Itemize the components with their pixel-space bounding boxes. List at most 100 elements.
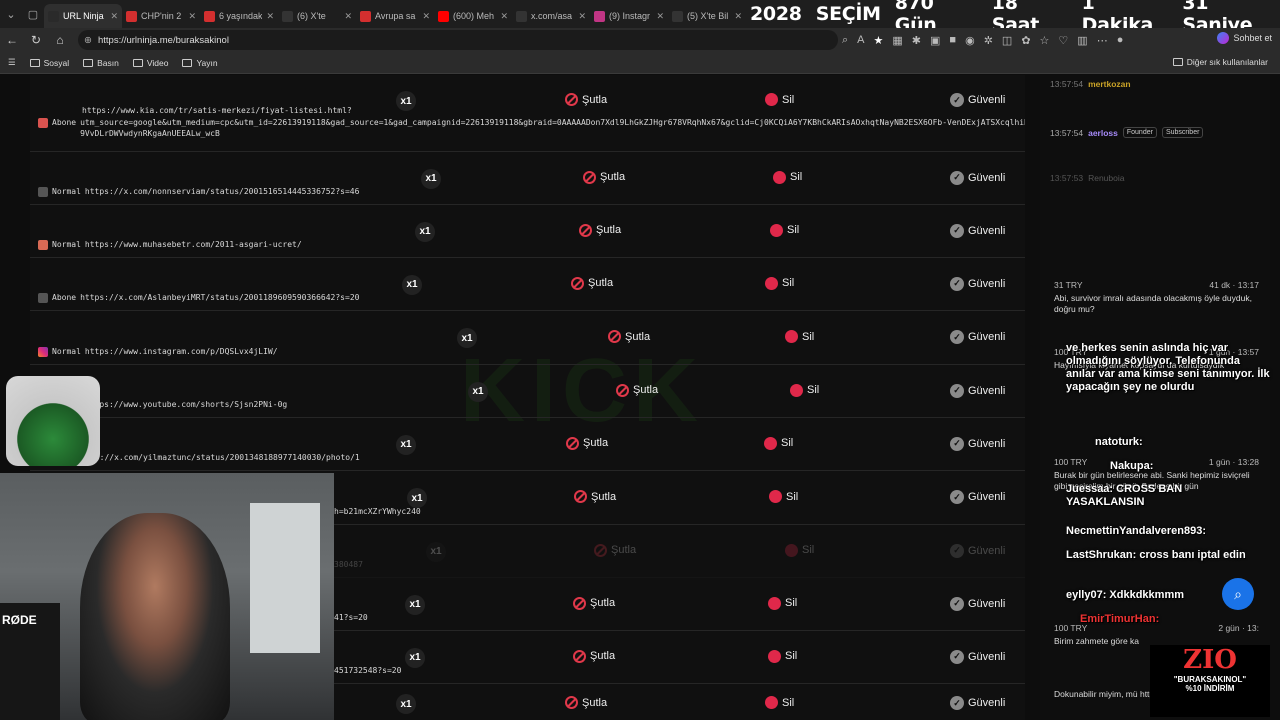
ban-button[interactable]: Şutla: [571, 276, 613, 290]
favorites-icon[interactable]: ☆: [1040, 34, 1050, 47]
bookmark-folder-video[interactable]: Video: [132, 58, 168, 68]
extension-icon[interactable]: ■: [949, 34, 956, 46]
close-tab-icon[interactable]: ✕: [500, 11, 508, 22]
sidebar-toggle-icon[interactable]: ☰: [8, 57, 16, 68]
extension-icon[interactable]: ◉: [965, 34, 975, 47]
close-tab-icon[interactable]: ✕: [110, 11, 118, 22]
url-field[interactable]: ⊕ https://urlninja.me/buraksakinol: [78, 30, 838, 50]
safe-button[interactable]: ✓ Güvenli: [950, 383, 1005, 398]
delete-button[interactable]: Sil: [765, 696, 794, 709]
ban-button[interactable]: Şutla: [566, 436, 608, 450]
bookmark-folder-basin[interactable]: Basın: [83, 58, 119, 68]
close-tab-icon[interactable]: ✕: [266, 11, 274, 22]
url-entry[interactable]: h=b21mcXZrYWhyc240: [334, 506, 421, 517]
safe-button[interactable]: ✓ Güvenli: [950, 696, 1005, 710]
chat-username[interactable]: mertkozan: [1088, 79, 1131, 89]
delete-button[interactable]: Sil: [768, 596, 797, 610]
back-icon[interactable]: ←: [0, 28, 24, 52]
extension-icon[interactable]: ▥: [1077, 34, 1087, 47]
ban-button[interactable]: Şutla: [608, 330, 650, 343]
close-tab-icon[interactable]: ✕: [344, 11, 352, 22]
url-entry[interactable]: 451732548?s=20: [334, 665, 401, 676]
site-info-icon[interactable]: ⊕: [84, 35, 92, 46]
bookmark-folder-yayin[interactable]: Yayın: [182, 58, 218, 68]
delete-button[interactable]: Sil: [770, 223, 799, 237]
safe-button[interactable]: ✓ Güvenli: [950, 543, 1005, 558]
safe-button[interactable]: ✓ Güvenli: [950, 649, 1005, 664]
chat-username[interactable]: aerloss: [1088, 128, 1118, 138]
safe-button[interactable]: ✓ Güvenli: [950, 490, 1005, 504]
delete-button[interactable]: Sil: [764, 436, 793, 450]
url-entry[interactable]: ps://x.com/yilmaztunc/status/20013481889…: [90, 452, 360, 463]
delete-button[interactable]: Sil: [773, 170, 802, 184]
safe-button[interactable]: ✓ Güvenli: [950, 436, 1005, 451]
ban-button[interactable]: Şutla: [594, 543, 636, 557]
delete-button[interactable]: Sil: [785, 543, 814, 557]
tab-7[interactable]: (9) Instagr ✕: [590, 4, 668, 28]
donation-message: 31 TRY 41 dk · 13:17 Abi, survivor imralı …: [1054, 280, 1259, 315]
close-tab-icon[interactable]: ✕: [578, 11, 586, 22]
close-tab-icon[interactable]: ✕: [656, 11, 664, 22]
url-entry[interactable]: 41?s=20: [334, 612, 368, 623]
extension-icon[interactable]: ▣: [930, 34, 940, 47]
refresh-icon[interactable]: ↻: [24, 28, 48, 52]
url-entry[interactable]: https://www.kia.com/tr/satis-merkezi/fiy…: [38, 105, 1025, 139]
split-screen-icon[interactable]: ◫: [1002, 34, 1012, 47]
more-icon[interactable]: ⋯: [1097, 34, 1108, 47]
delete-button[interactable]: Sil: [769, 490, 798, 503]
url-entry[interactable]: Normal https://x.com/nonnserviam/status/2…: [38, 186, 359, 197]
url-entry[interactable]: Abone https://x.com/AslanbeyiMRT/status/2…: [38, 292, 359, 303]
ban-button[interactable]: Şutla: [616, 383, 658, 397]
profile-avatar[interactable]: ●: [1117, 34, 1124, 46]
extensions-icon[interactable]: ✲: [984, 34, 993, 47]
url-text: utm_source=google&utm_medium=cpc&utm_id=…: [80, 118, 1025, 138]
workspaces-icon[interactable]: ▢: [22, 0, 44, 28]
delete-label: Sil: [786, 490, 799, 503]
delete-button[interactable]: Sil: [768, 649, 797, 663]
safe-button[interactable]: ✓ Güvenli: [950, 596, 1005, 611]
tab-4[interactable]: Avrupa sa ✕: [356, 4, 434, 28]
tab-1[interactable]: CHP'nin 2 ✕: [122, 4, 200, 28]
bookmarks-bar: ☰ Sosyal Basın Video Yayın Diğer sık kul…: [0, 52, 1280, 74]
tab-3[interactable]: (6) X'te ✕: [278, 4, 356, 28]
tab-2[interactable]: 6 yaşındaki ✕: [200, 4, 278, 28]
tab-8[interactable]: (5) X'te Bil ✕: [668, 4, 746, 28]
safe-button[interactable]: ✓ Güvenli: [950, 330, 1005, 344]
collections-icon[interactable]: ♡: [1058, 34, 1068, 47]
tab-0[interactable]: URL Ninja | ✕: [44, 4, 122, 28]
safe-button[interactable]: ✓ Güvenli: [950, 223, 1005, 238]
url-entry[interactable]: Normal https://www.muhasebetr.com/2011-as…: [38, 239, 302, 250]
url-entry[interactable]: 380487: [334, 559, 363, 570]
delete-button[interactable]: Sil: [785, 330, 814, 343]
favorite-star-icon[interactable]: ★: [874, 34, 884, 47]
tab-6[interactable]: x.com/asa ✕: [512, 4, 590, 28]
zoom-icon[interactable]: ⌕: [842, 34, 848, 47]
tab-menu-icon[interactable]: ⌄: [0, 0, 22, 28]
extension-icon[interactable]: ✿: [1021, 34, 1030, 47]
ban-button[interactable]: Şutla: [573, 649, 615, 663]
search-icon[interactable]: ⌕: [1222, 578, 1254, 610]
delete-button[interactable]: Sil: [790, 383, 819, 397]
ban-button[interactable]: Şutla: [565, 696, 607, 709]
read-aloud-icon[interactable]: A: [857, 34, 864, 46]
ban-button[interactable]: Şutla: [574, 490, 616, 503]
extension-icon[interactable]: ✱: [912, 34, 921, 47]
home-icon[interactable]: ⌂: [48, 28, 72, 52]
safe-button[interactable]: ✓ Güvenli: [950, 276, 1005, 291]
ban-button[interactable]: Şutla: [579, 223, 621, 237]
safe-button[interactable]: ✓ Güvenli: [950, 170, 1005, 185]
delete-button[interactable]: Sil: [765, 276, 794, 290]
close-tab-icon[interactable]: ✕: [188, 11, 196, 22]
chat-username[interactable]: Renuboia: [1088, 173, 1124, 183]
tab-title: (600) Meh: [453, 11, 495, 21]
bookmark-folder-sosyal[interactable]: Sosyal: [29, 58, 69, 68]
close-tab-icon[interactable]: ✕: [422, 11, 430, 22]
url-entry[interactable]: Normal https://www.instagram.com/p/DQSLvx…: [38, 346, 278, 357]
extension-icon[interactable]: ▦: [892, 34, 902, 47]
tab-5[interactable]: (600) Meh ✕: [434, 4, 512, 28]
ban-button[interactable]: Şutla: [583, 170, 625, 184]
ban-button[interactable]: Şutla: [573, 596, 615, 610]
copilot-button[interactable]: Sohbet et: [1217, 32, 1272, 44]
close-tab-icon[interactable]: ✕: [734, 11, 742, 22]
other-favorites[interactable]: Diğer sık kullanılanlar: [1172, 57, 1268, 67]
